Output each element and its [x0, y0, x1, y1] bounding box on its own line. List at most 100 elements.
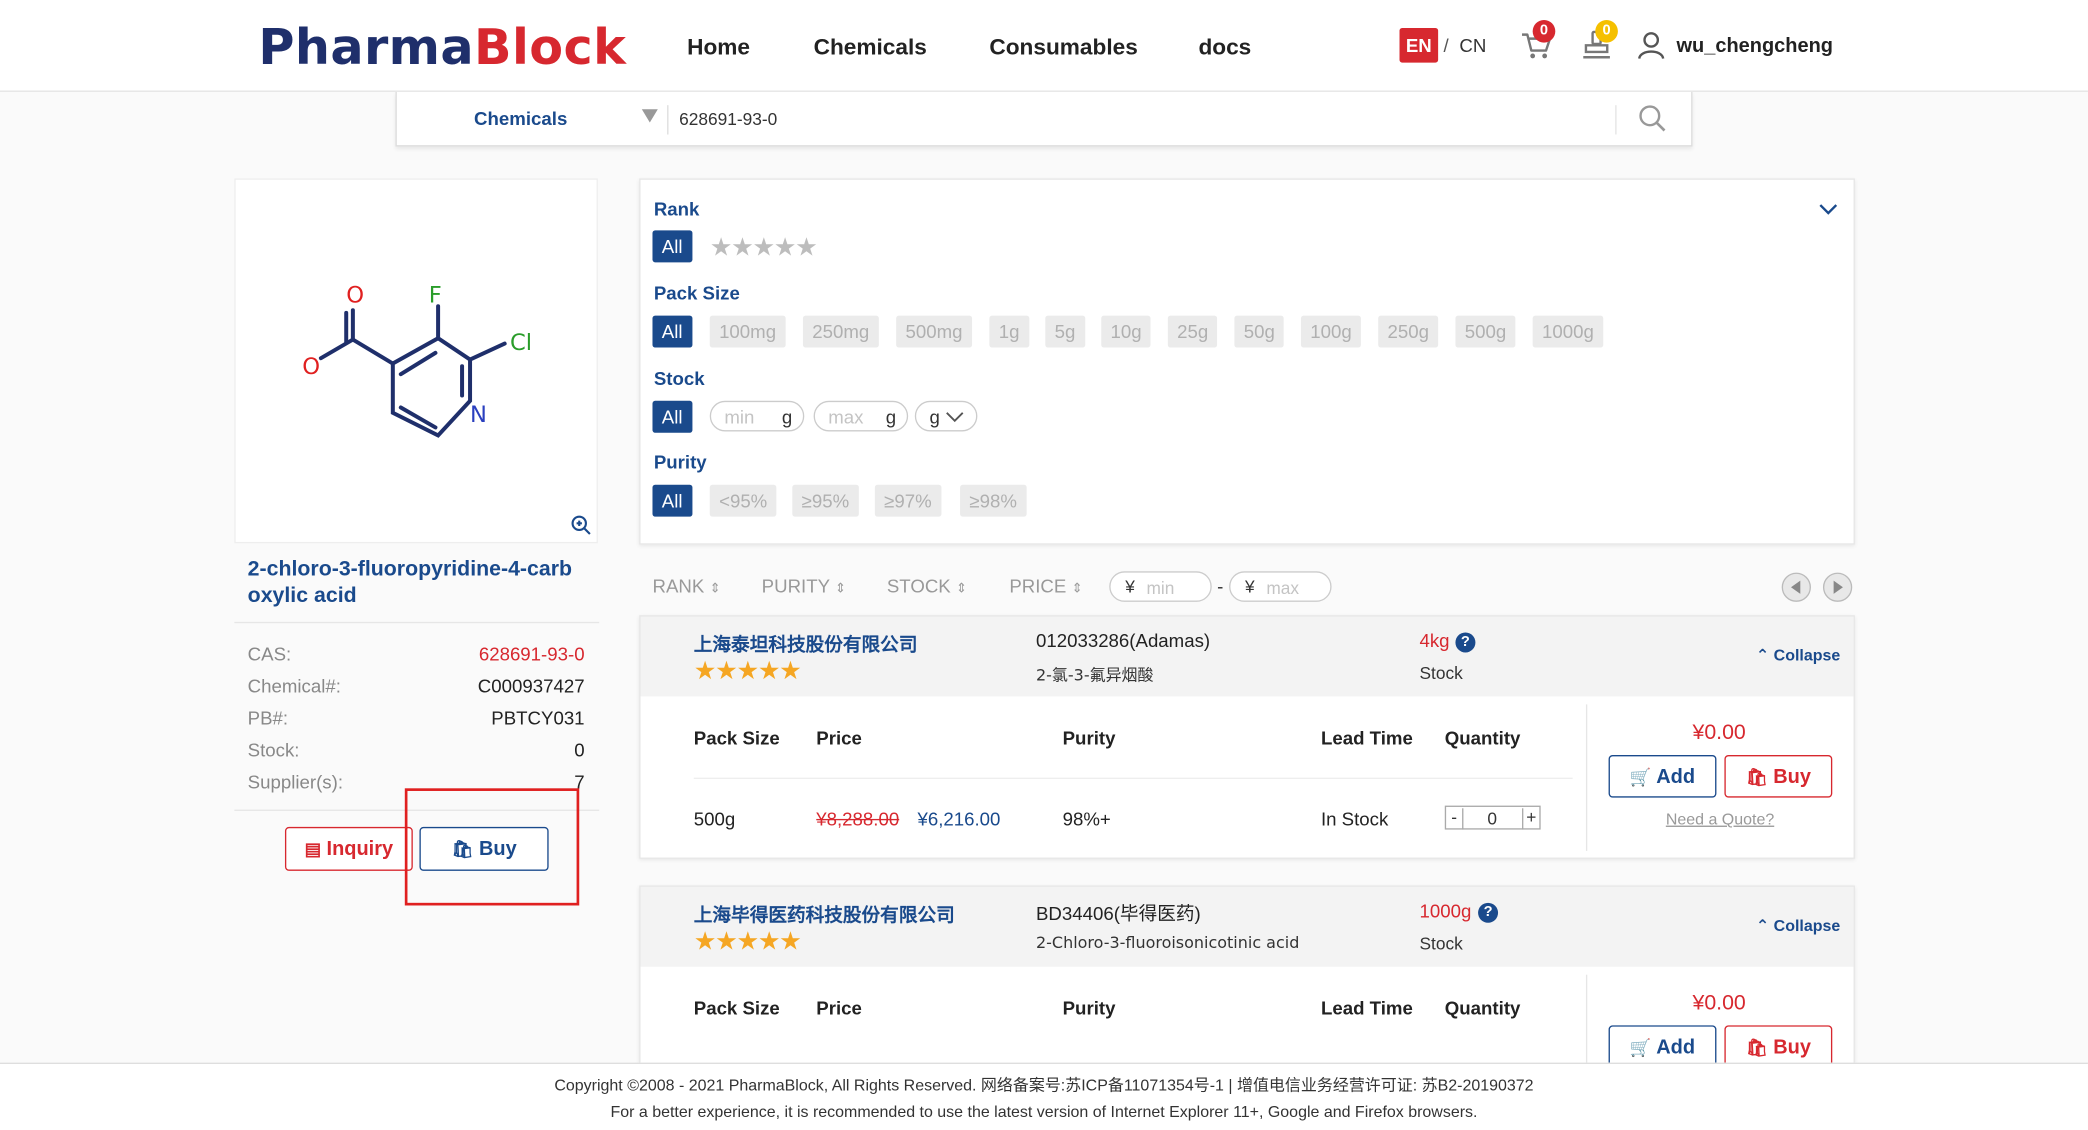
lang-en-button[interactable]: EN [1399, 27, 1439, 63]
col-header-lead-time: Lead Time [1320, 727, 1413, 749]
supplier-name[interactable]: 上海泰坦科技股份有限公司 [694, 631, 918, 658]
info-value-cas: 628691-93-0 [478, 643, 585, 665]
nav-home[interactable]: Home [687, 35, 750, 62]
pack-all-chip[interactable]: All [652, 315, 692, 348]
atom-o-label: O [302, 354, 320, 380]
logo-text-block: Block [474, 18, 627, 76]
info-label-cas: CAS: [247, 643, 292, 665]
decrement-button[interactable]: - [1446, 808, 1464, 830]
logo[interactable]: PharmaBlock [258, 19, 626, 76]
search-button[interactable] [1638, 104, 1667, 133]
sort-stock[interactable]: STOCK ⇕ [887, 575, 967, 596]
pack-chip[interactable]: 10g [1101, 315, 1151, 348]
next-page-button[interactable] [1822, 572, 1853, 602]
purity-chip[interactable]: ≥98% [960, 484, 1027, 517]
pack-chip[interactable]: 5g [1045, 315, 1085, 348]
buy-label: Buy [1773, 1035, 1811, 1058]
highlight-box [404, 788, 580, 906]
col-header-lead-time: Lead Time [1320, 997, 1413, 1019]
pack-chip[interactable]: 25g [1167, 315, 1218, 348]
chevron-down-icon[interactable] [641, 109, 658, 123]
chemical-structure-image: O F Cl O N [302, 282, 532, 438]
sort-rank[interactable]: RANK ⇕ [652, 575, 720, 596]
filter-title-stock: Stock [653, 367, 705, 389]
sort-price[interactable]: PRICE ⇕ [1009, 575, 1082, 596]
price-min-input[interactable]: ¥ min [1109, 571, 1212, 602]
pack-chip[interactable]: 500mg [896, 315, 972, 348]
triangle-left-icon [1791, 580, 1801, 594]
increment-button[interactable]: + [1522, 808, 1539, 830]
divider [693, 777, 1573, 779]
purity-chip[interactable]: ≥97% [874, 484, 942, 517]
sort-purity-label: PURITY [761, 575, 830, 597]
collapse-label: Collapse [1773, 645, 1841, 665]
nav-chemicals[interactable]: Chemicals [814, 35, 927, 62]
buy-button[interactable]: 🛍 Buy [1724, 1025, 1833, 1068]
filter-title-rank: Rank [653, 198, 700, 220]
collapse-button[interactable]: ⌃ Collapse [1756, 916, 1840, 935]
stock-min-input[interactable]: min g [709, 400, 805, 432]
stock-min-unit: g [781, 406, 793, 428]
divider [234, 621, 600, 624]
search-input[interactable] [679, 102, 1612, 135]
info-label-stock: Stock: [247, 739, 300, 761]
add-to-cart-button[interactable]: 🛒 Add [1608, 1025, 1717, 1068]
user-menu[interactable] [1637, 29, 1666, 61]
rank-all-chip[interactable]: All [652, 230, 692, 263]
col-header-purity: Purity [1062, 997, 1116, 1019]
sort-arrows-icon: ⇕ [709, 581, 721, 597]
info-value-chemical: C000937427 [477, 675, 585, 697]
stock-unit-select[interactable]: g [914, 400, 978, 432]
top-header: PharmaBlock Home Chemicals Consumables d… [0, 0, 2088, 92]
help-icon[interactable]: ? [1455, 632, 1476, 653]
pack-chip[interactable]: 250g [1378, 315, 1439, 348]
supplier-stock-label: Stock [1419, 933, 1463, 954]
pack-chip[interactable]: 50g [1234, 315, 1285, 348]
purity-all-chip[interactable]: All [652, 484, 692, 517]
pack-chip[interactable]: 100mg [709, 315, 786, 348]
sort-purity[interactable]: PURITY ⇕ [762, 575, 846, 596]
buy-button[interactable]: 🛍 Buy [1724, 755, 1833, 798]
inquiry-button[interactable]: ▤ Inquiry [284, 826, 413, 871]
search-category-select[interactable]: Chemicals [474, 108, 567, 129]
rank-stars-filter[interactable]: ★★★★★ [710, 233, 818, 264]
collapse-button[interactable]: ⌃ Collapse [1756, 646, 1840, 665]
filter-title-pack-size: Pack Size [653, 282, 740, 304]
purity-chip[interactable]: ≥95% [792, 484, 859, 517]
need-quote-link[interactable]: Need a Quote? [1666, 810, 1774, 829]
prev-page-button[interactable] [1781, 572, 1811, 602]
pack-chip[interactable]: 500g [1455, 315, 1516, 348]
chevron-up-icon: ⌃ [1755, 645, 1770, 665]
nav-docs[interactable]: docs [1198, 35, 1251, 62]
add-to-cart-button[interactable]: 🛒 Add [1608, 755, 1717, 798]
supplier-name[interactable]: 上海毕得医药科技股份有限公司 [694, 901, 955, 928]
lang-cn-button[interactable]: CN [1459, 35, 1486, 56]
pack-chip[interactable]: 1000g [1532, 315, 1604, 348]
price-max-input[interactable]: ¥ max [1229, 571, 1332, 602]
stock-max-input[interactable]: max g [813, 400, 909, 432]
buy-label: Buy [1773, 765, 1811, 788]
pack-chip[interactable]: 100g [1300, 315, 1362, 348]
atom-n-label: N [470, 402, 487, 428]
inquiry-label: Inquiry [326, 837, 394, 861]
username[interactable]: wu_chengcheng [1676, 35, 1833, 58]
nav-consumables[interactable]: Consumables [989, 35, 1137, 62]
info-label-suppliers: Supplier(s): [247, 770, 344, 793]
pack-chip[interactable]: 1g [989, 315, 1029, 348]
col-header-pack-size: Pack Size [693, 727, 780, 749]
stock-max-unit: g [885, 406, 897, 428]
sort-stock-label: STOCK [886, 575, 951, 597]
col-header-price: Price [816, 727, 862, 749]
stock-all-chip[interactable]: All [652, 400, 692, 433]
price-max-placeholder: max [1266, 577, 1300, 598]
quantity-value[interactable]: 0 [1487, 808, 1497, 828]
lang-separator: / [1443, 34, 1449, 56]
zoom-in-button[interactable] [570, 514, 591, 535]
collapse-filters-button[interactable] [1819, 198, 1838, 222]
supplier-rating-stars: ★★★★★ [693, 928, 802, 957]
supplier-stock-qty: 4kg [1419, 629, 1450, 652]
pack-chip[interactable]: 250mg [802, 315, 879, 348]
purity-chip[interactable]: <95% [709, 484, 777, 517]
help-icon[interactable]: ? [1478, 902, 1499, 923]
row-pack-size: 500g [693, 808, 736, 830]
